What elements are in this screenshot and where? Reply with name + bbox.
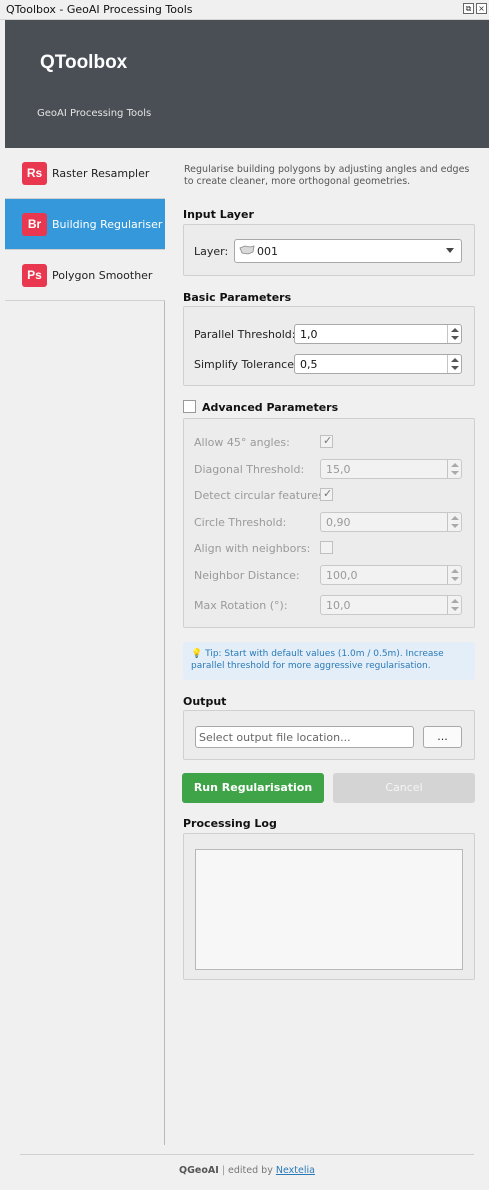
close-icon[interactable]: × xyxy=(476,3,487,14)
input-layer-title: Input Layer xyxy=(183,208,254,221)
sidebar-item-raster-resampler[interactable]: Rs Raster Resampler xyxy=(5,148,165,199)
spin-buttons[interactable] xyxy=(447,596,461,614)
sidebar-item-label: Polygon Smoother xyxy=(52,269,153,282)
spin-buttons[interactable] xyxy=(447,325,461,343)
check-icon: ✓ xyxy=(323,434,333,447)
basic-parameters-group: Parallel Threshold: 1,0 Simplify Toleran… xyxy=(183,306,475,386)
sidebar-item-building-regulariser[interactable]: Br Building Regulariser xyxy=(5,199,165,250)
layer-label: Layer: xyxy=(194,245,229,258)
tip-box: 💡 Tip: Start with default values (1.0m /… xyxy=(183,642,475,680)
window-title: QToolbox - GeoAI Processing Tools xyxy=(6,3,193,16)
spin-buttons[interactable] xyxy=(447,355,461,373)
detect-circular-checkbox[interactable]: ✓ xyxy=(320,487,333,501)
lightbulb-icon: 💡 xyxy=(191,649,203,659)
polygon-smoother-icon: Ps xyxy=(22,264,47,287)
app-subtitle: GeoAI Processing Tools xyxy=(37,108,152,119)
advanced-parameters-group: Allow 45° angles: ✓ Diagonal Threshold: … xyxy=(183,418,475,628)
diagonal-threshold-label: Diagonal Threshold: xyxy=(194,463,305,476)
sidebar-item-label: Building Regulariser xyxy=(52,218,163,231)
parallel-threshold-value: 1,0 xyxy=(300,328,318,341)
sidebar-item-label: Raster Resampler xyxy=(52,167,150,180)
window-titlebar: QToolbox - GeoAI Processing Tools ⧉ × xyxy=(0,0,489,20)
neighbor-distance-spinbox[interactable]: 100,0 xyxy=(320,565,462,585)
check-icon: ✓ xyxy=(323,487,333,500)
author-link[interactable]: Nextelia xyxy=(276,1165,315,1176)
browse-button[interactable]: ... xyxy=(423,726,462,748)
tool-description: Regularise building polygons by adjustin… xyxy=(184,164,470,187)
footer-edited-by: edited by xyxy=(228,1165,273,1176)
tip-text: Tip: Start with default values (1.0m / 0… xyxy=(191,649,444,671)
cancel-button[interactable]: Cancel xyxy=(333,773,475,803)
output-path-placeholder: Select output file location... xyxy=(199,731,351,744)
advanced-parameters-checkbox[interactable] xyxy=(183,400,196,413)
footer-divider xyxy=(20,1154,474,1155)
chevron-down-icon xyxy=(446,248,454,253)
parallel-threshold-spinbox[interactable]: 1,0 xyxy=(294,324,462,344)
diagonal-threshold-spinbox[interactable]: 15,0 xyxy=(320,459,462,479)
layer-select[interactable]: 001 xyxy=(234,239,462,263)
circle-threshold-value: 0,90 xyxy=(326,516,351,529)
max-rotation-spinbox[interactable]: 10,0 xyxy=(320,595,462,615)
main-panel: Regularise building polygons by adjustin… xyxy=(165,148,489,1145)
building-regulariser-icon: Br xyxy=(22,213,47,236)
header-banner: QToolbox GeoAI Processing Tools xyxy=(5,20,489,148)
circle-threshold-spinbox[interactable]: 0,90 xyxy=(320,512,462,532)
simplify-tolerance-value: 0,5 xyxy=(300,358,318,371)
spin-buttons[interactable] xyxy=(447,566,461,584)
footer: QGeoAI | edited by Nextelia xyxy=(5,1145,489,1190)
sidebar-item-polygon-smoother[interactable]: Ps Polygon Smoother xyxy=(5,250,165,301)
allow-45-label: Allow 45° angles: xyxy=(194,436,290,449)
circle-threshold-label: Circle Threshold: xyxy=(194,516,287,529)
raster-resampler-icon: Rs xyxy=(22,162,47,185)
footer-credits: QGeoAI | edited by Nextelia xyxy=(5,1165,489,1176)
processing-log-group xyxy=(183,833,475,980)
app-title: QToolbox xyxy=(40,52,128,73)
processing-log-text[interactable] xyxy=(195,849,463,970)
parallel-threshold-label: Parallel Threshold: xyxy=(194,328,296,341)
output-title: Output xyxy=(183,695,227,708)
allow-45-checkbox[interactable]: ✓ xyxy=(320,434,333,448)
max-rotation-label: Max Rotation (°): xyxy=(194,599,288,612)
run-regularisation-button[interactable]: Run Regularisation xyxy=(182,773,324,803)
max-rotation-value: 10,0 xyxy=(326,599,351,612)
neighbor-distance-label: Neighbor Distance: xyxy=(194,569,300,582)
spin-buttons[interactable] xyxy=(447,513,461,531)
diagonal-threshold-value: 15,0 xyxy=(326,463,351,476)
layer-select-value: 001 xyxy=(257,245,278,258)
polygon-layer-icon xyxy=(239,245,255,255)
output-path-input[interactable]: Select output file location... xyxy=(195,726,414,748)
float-icon[interactable]: ⧉ xyxy=(463,3,474,14)
footer-brand: QGeoAI xyxy=(179,1165,219,1176)
footer-separator: | xyxy=(221,1165,226,1176)
detect-circular-label: Detect circular features: xyxy=(194,489,328,502)
neighbor-distance-value: 100,0 xyxy=(326,569,358,582)
advanced-parameters-title: Advanced Parameters xyxy=(202,401,339,414)
processing-log-title: Processing Log xyxy=(183,817,277,830)
spin-buttons[interactable] xyxy=(447,460,461,478)
sidebar: Rs Raster Resampler Br Building Regulari… xyxy=(5,148,165,1145)
basic-parameters-title: Basic Parameters xyxy=(183,291,292,304)
align-neighbors-checkbox[interactable] xyxy=(320,541,333,554)
output-group: Select output file location... ... xyxy=(183,710,475,760)
simplify-tolerance-label: Simplify Tolerance: xyxy=(194,358,298,371)
input-layer-group: Layer: 001 xyxy=(183,224,475,276)
align-neighbors-label: Align with neighbors: xyxy=(194,542,311,555)
simplify-tolerance-spinbox[interactable]: 0,5 xyxy=(294,354,462,374)
